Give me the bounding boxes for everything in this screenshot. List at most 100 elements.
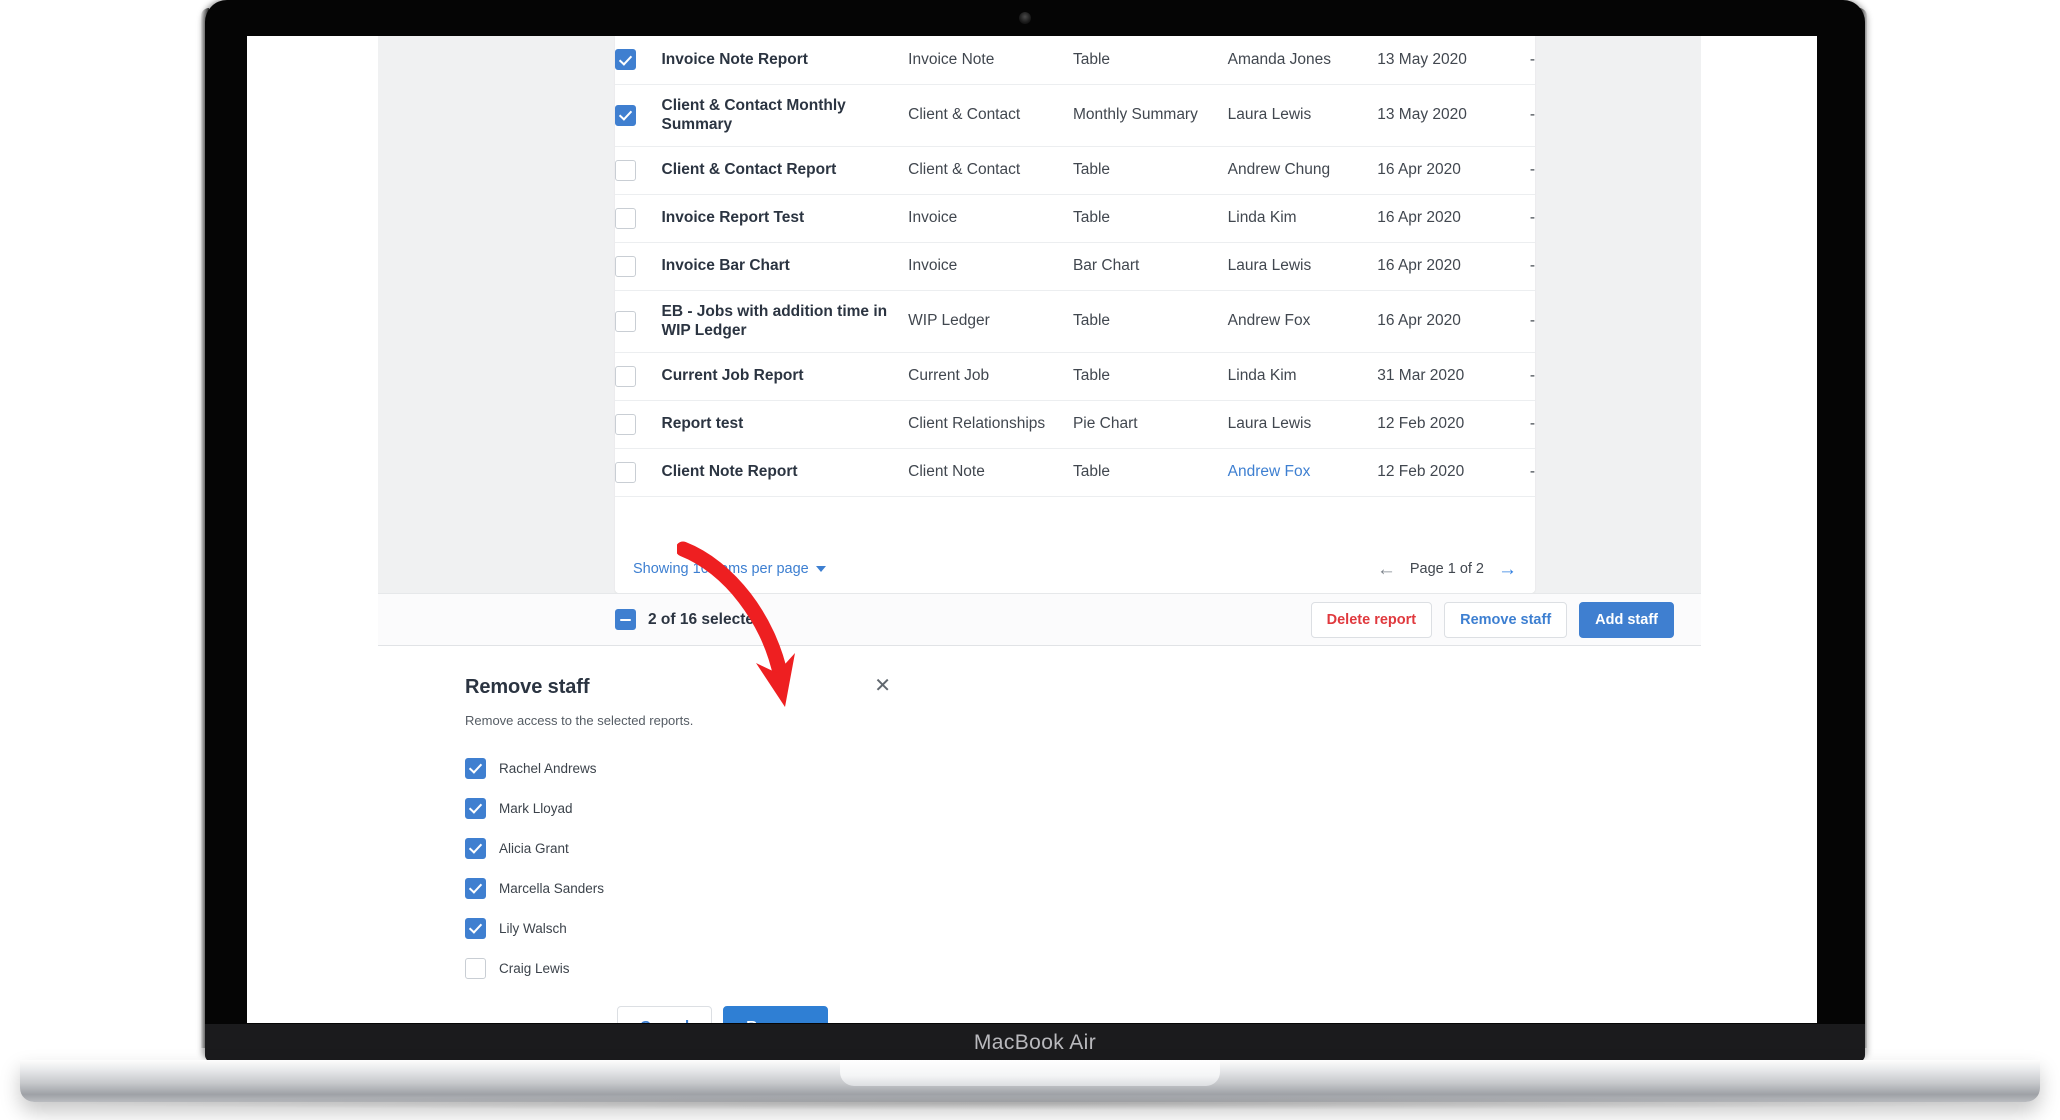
- webcam-icon: [1019, 12, 1031, 24]
- report-type-cell: Table: [1072, 290, 1228, 353]
- staff-list-item[interactable]: Rachel Andrews: [465, 748, 895, 788]
- report-type-cell: Bar Chart: [1072, 242, 1228, 291]
- row-checkbox[interactable]: [615, 365, 636, 387]
- arrow-right-icon[interactable]: →: [1498, 560, 1517, 579]
- page-canvas: Invoice Note Report Invoice Note Table Aman…: [247, 36, 1817, 1023]
- close-icon[interactable]: ✕: [870, 676, 895, 696]
- row-checkbox[interactable]: [615, 310, 636, 332]
- table-row[interactable]: Invoice Bar Chart Invoice Bar Chart Laura L…: [615, 242, 1535, 291]
- report-name: Current Job Report: [661, 367, 804, 385]
- report-date-cell-text: 12 Feb 2020: [1377, 463, 1465, 480]
- items-per-page-dropdown[interactable]: Showing 10 items per page: [633, 561, 826, 577]
- table-row[interactable]: Report test Client Relationships Pie Chart…: [615, 400, 1535, 449]
- staff-list-item[interactable]: Lily Walsch: [465, 908, 895, 948]
- staff-list-item[interactable]: Alicia Grant: [465, 828, 895, 868]
- report-owner-cell-text: Andrew Fox: [1227, 312, 1311, 329]
- report-owner-cell: Linda Kim: [1227, 352, 1378, 401]
- remove-button[interactable]: Remove: [723, 1006, 828, 1023]
- remove-staff-button[interactable]: Remove staff: [1444, 601, 1568, 638]
- report-type-cell-text: Table: [1072, 463, 1111, 480]
- table-row[interactable]: EB - Jobs with addition time in WIP Ledg…: [615, 290, 1535, 353]
- table-row[interactable]: Invoice Note Report Invoice Note Table Aman…: [615, 36, 1535, 85]
- report-name-cell[interactable]: Client Note Report: [661, 448, 909, 497]
- row-checkbox[interactable]: [615, 255, 636, 277]
- row-checkbox[interactable]: [615, 461, 636, 483]
- report-name-cell[interactable]: Client & Contact Monthly Summary: [661, 84, 909, 147]
- staff-checkbox-list: Rachel Andrews Mark Lloyad Alicia Grant Mar…: [465, 748, 895, 988]
- table-row[interactable]: Client & Contact Report Client & Contact T…: [615, 146, 1535, 195]
- report-owner-cell-text[interactable]: Andrew Fox: [1228, 463, 1311, 480]
- row-checkbox[interactable]: [615, 413, 636, 435]
- row-checkbox[interactable]: [615, 49, 636, 71]
- staff-checkbox[interactable]: [465, 957, 486, 979]
- report-type-cell-text: Pie Chart: [1072, 415, 1138, 432]
- row-checkbox-cell[interactable]: [615, 352, 662, 401]
- row-checkbox[interactable]: [615, 104, 636, 126]
- report-source-cell: Client Relationships: [908, 400, 1073, 449]
- row-checkbox-cell[interactable]: [615, 448, 662, 497]
- staff-checkbox[interactable]: [465, 757, 486, 779]
- staff-list-item[interactable]: Marcella Sanders: [465, 868, 895, 908]
- row-checkbox-cell[interactable]: [615, 84, 662, 147]
- report-owner-cell: Linda Kim: [1227, 194, 1378, 243]
- row-checkbox-cell[interactable]: [615, 36, 662, 85]
- report-date-cell: 12 Feb 2020: [1377, 400, 1497, 449]
- arrow-left-icon[interactable]: ←: [1377, 560, 1396, 579]
- report-owner-cell: Andrew Fox: [1227, 448, 1378, 497]
- report-date-cell-text: 31 Mar 2020: [1377, 367, 1465, 384]
- report-source-cell-text: Invoice Note: [908, 50, 995, 68]
- report-source-cell-text: Invoice: [908, 209, 958, 226]
- staff-name-label: Marcella Sanders: [499, 880, 605, 896]
- row-checkbox[interactable]: [615, 207, 636, 229]
- report-date-cell-text: 16 Apr 2020: [1377, 161, 1461, 178]
- report-type-cell-text: Table: [1072, 161, 1111, 178]
- select-all-checkbox[interactable]: [615, 609, 636, 630]
- report-name-cell[interactable]: Client & Contact Report: [661, 146, 909, 195]
- add-staff-button[interactable]: Add staff: [1579, 601, 1674, 638]
- report-type-cell: Monthly Summary: [1072, 84, 1228, 147]
- report-name-cell[interactable]: Report test: [661, 400, 909, 449]
- report-name: Client Note Report: [661, 463, 798, 481]
- report-owner-cell: Andrew Chung: [1227, 146, 1378, 195]
- modal-title: Remove staff: [465, 676, 590, 698]
- report-name-cell[interactable]: Invoice Bar Chart: [661, 242, 909, 291]
- report-name: Invoice Note Report: [661, 51, 808, 69]
- table-row[interactable]: Invoice Report Test Invoice Table Linda Kim…: [615, 194, 1535, 243]
- laptop-base-notch: [840, 1060, 1220, 1086]
- staff-checkbox[interactable]: [465, 837, 486, 859]
- report-source-cell: Client & Contact: [908, 84, 1073, 147]
- report-source-cell-text: Client Relationships: [908, 415, 1046, 432]
- report-name-cell[interactable]: Invoice Report Test: [661, 194, 909, 243]
- row-checkbox-cell[interactable]: [615, 146, 662, 195]
- report-source-cell: Client Note: [908, 448, 1073, 497]
- row-checkbox-cell[interactable]: [615, 290, 662, 353]
- staff-list-item[interactable]: Craig Lewis: [465, 948, 895, 988]
- report-name-cell[interactable]: Invoice Note Report: [661, 36, 909, 85]
- cancel-button[interactable]: Cancel: [617, 1006, 713, 1023]
- staff-checkbox[interactable]: [465, 797, 486, 819]
- report-type-cell: Pie Chart: [1072, 400, 1228, 449]
- table-row[interactable]: Client Note Report Client Note Table Andrew…: [615, 448, 1535, 497]
- table-row[interactable]: Client & Contact Monthly Summary Client &…: [615, 84, 1535, 147]
- report-name-cell[interactable]: EB - Jobs with addition time in WIP Ledg…: [661, 290, 909, 353]
- report-owner-cell: Amanda Jones: [1227, 36, 1378, 85]
- row-checkbox-cell[interactable]: [615, 242, 662, 291]
- staff-checkbox[interactable]: [465, 917, 486, 939]
- report-name-cell[interactable]: Current Job Report: [661, 352, 909, 401]
- row-checkbox[interactable]: [615, 159, 636, 181]
- report-trailing-cell-text: -: [1529, 257, 1535, 274]
- report-owner-cell-text: Laura Lewis: [1227, 106, 1312, 123]
- row-checkbox-cell[interactable]: [615, 400, 662, 449]
- report-date-cell-text: 16 Apr 2020: [1377, 209, 1461, 226]
- report-type-cell: Table: [1072, 36, 1228, 85]
- delete-report-button[interactable]: Delete report: [1310, 601, 1433, 638]
- table-row[interactable]: Current Job Report Current Job Table Linda …: [615, 352, 1535, 401]
- laptop-mockup: Invoice Note Report Invoice Note Table Aman…: [0, 0, 2060, 1120]
- row-checkbox-cell[interactable]: [615, 194, 662, 243]
- laptop-screen: Invoice Note Report Invoice Note Table Aman…: [247, 36, 1817, 1023]
- report-type-cell: Table: [1072, 352, 1228, 401]
- report-date-cell-text: 12 Feb 2020: [1377, 415, 1465, 432]
- staff-list-item[interactable]: Mark Lloyad: [465, 788, 895, 828]
- staff-checkbox[interactable]: [465, 877, 486, 899]
- report-trailing-cell-text: -: [1529, 161, 1535, 178]
